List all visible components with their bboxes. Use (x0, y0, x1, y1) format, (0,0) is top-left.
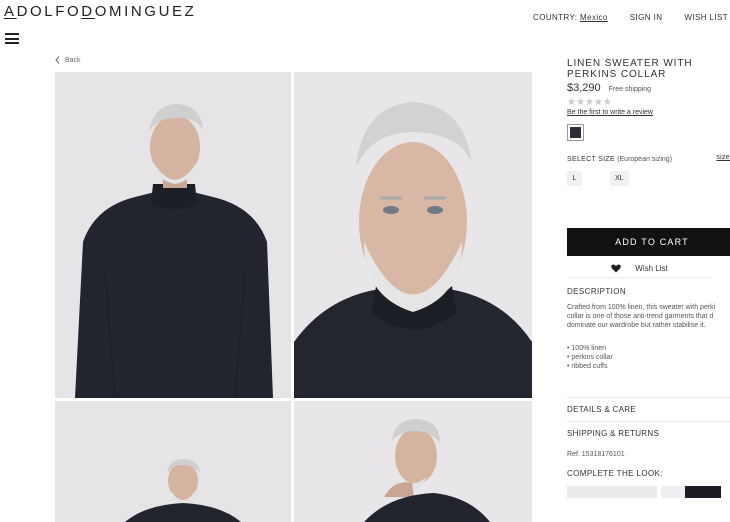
star-icon: ★ (593, 97, 603, 108)
product-reference: Ref. 15318176101 (567, 451, 625, 458)
brand-logo[interactable]: ADOLFODOMINGUEZ (4, 3, 196, 20)
product-photo-2[interactable] (294, 72, 532, 398)
shipping-note: Free shipping (608, 86, 652, 93)
description-line: Crafted from 100% linen, this sweater wi… (567, 304, 716, 311)
product-photo-3[interactable] (55, 401, 291, 522)
star-icon: ★ (575, 97, 585, 108)
logo-text-dolfo: DOLFO (16, 3, 82, 20)
sign-in-link[interactable]: SIGN IN (630, 13, 663, 22)
product-name: LINEN SWEATER WITH PERKINS COLLAR (567, 58, 693, 80)
description-line: dominate our wardrobe but rather stabili… (567, 322, 706, 329)
product-photo-1[interactable] (55, 72, 291, 398)
product-price: $3,290 (567, 82, 601, 94)
color-swatch[interactable] (567, 124, 584, 141)
complete-look-heading: COMPLETE THE LOOK: (567, 469, 663, 478)
logo-letter-a: A (4, 3, 17, 20)
shipping-returns-accordion[interactable]: SHIPPING & RETURNS (567, 421, 730, 445)
select-size-heading: SELECT SIZE (European sizing) size (567, 154, 730, 163)
price-row: $3,290 Free shipping (567, 82, 730, 94)
top-navigation: COUNTRY: Mexico SIGN IN WISH LIST (533, 13, 730, 22)
write-review-link[interactable]: Be the first to write a review (567, 109, 730, 116)
feature-item: ribbed cuffs (567, 362, 730, 371)
size-options: L XL (567, 171, 730, 186)
size-option-l[interactable]: L (567, 171, 582, 186)
product-info-panel: LINEN SWEATER WITH PERKINS COLLAR $3,290… (567, 58, 730, 498)
add-to-wish-list-button[interactable]: Wish List (567, 259, 712, 278)
feature-item: perkins collar (567, 353, 730, 362)
description-text: Crafted from 100% linen, this sweater wi… (567, 303, 730, 330)
details-care-accordion[interactable]: DETAILS & CARE (567, 397, 730, 421)
feature-list: 100% linen perkins collar ribbed cuffs (567, 344, 730, 371)
size-guide-link[interactable]: size (716, 154, 730, 161)
size-option-xl[interactable]: XL (610, 171, 629, 186)
logo-letter-d: D (81, 3, 95, 20)
heart-icon (611, 264, 622, 272)
logo-text-ominguez: OMINGUEZ (94, 3, 197, 20)
description-line: collar is one of those anti-trend garmen… (567, 313, 714, 320)
country-link[interactable]: Mexico (580, 13, 608, 22)
rating-stars: ★ ★ ★ ★ ★ (567, 98, 730, 108)
back-label: Back (65, 56, 81, 64)
size-sub-label: (European sizing) (617, 156, 673, 163)
menu-icon[interactable] (5, 33, 19, 44)
product-photo-4[interactable] (294, 401, 532, 522)
description-heading: DESCRIPTION (567, 287, 627, 296)
back-link[interactable]: Back (55, 56, 81, 64)
complete-look-thumbnails (567, 486, 730, 498)
add-to-cart-button[interactable]: ADD TO CART (567, 228, 730, 256)
select-size-label: SELECT SIZE (567, 156, 615, 163)
chevron-left-icon (55, 56, 60, 64)
wish-list-label: Wish List (635, 263, 668, 273)
wish-list-link[interactable]: WISH LIST (684, 13, 728, 22)
feature-item: 100% linen (567, 344, 730, 353)
star-icon: ★ (584, 97, 594, 108)
star-icon: ★ (602, 97, 612, 108)
look-thumbnail[interactable] (661, 486, 721, 498)
star-icon: ★ (567, 97, 576, 108)
country-selector[interactable]: COUNTRY: Mexico (533, 13, 608, 22)
look-thumbnail[interactable] (567, 486, 657, 498)
country-label: COUNTRY: (533, 13, 578, 22)
